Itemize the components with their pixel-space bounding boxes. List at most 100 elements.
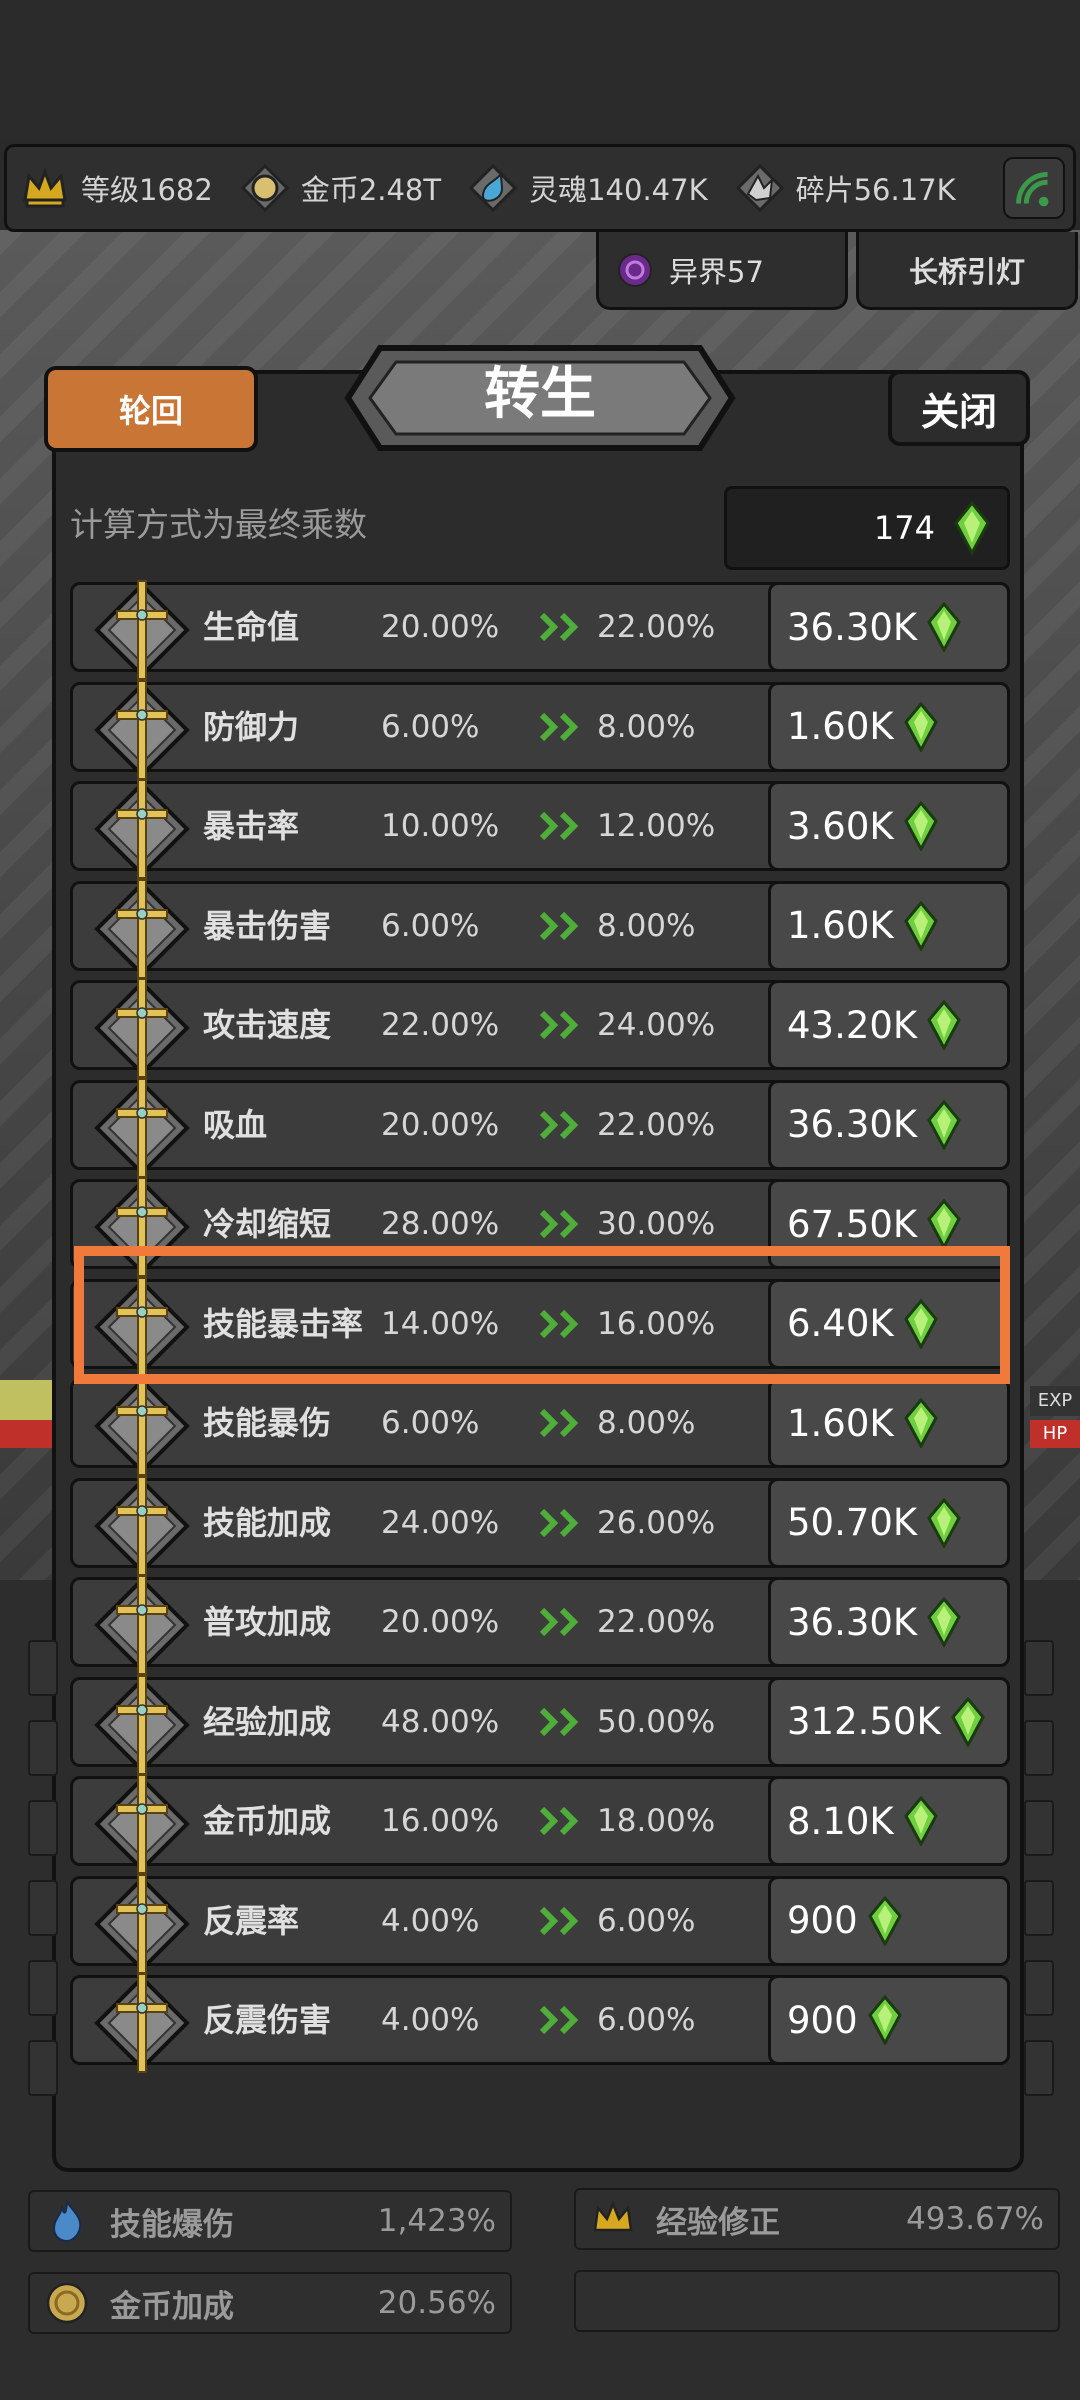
upgrade-row[interactable]: 攻击速度 22.00% 24.00% 43.20K	[70, 978, 1010, 1078]
upgrade-row[interactable]: 反震伤害 4.00% 6.00% 900	[70, 1973, 1010, 2073]
upgrade-cost-button[interactable]: 1.60K	[768, 1378, 1010, 1468]
upgrade-row[interactable]: 反震率 4.00% 6.00% 900	[70, 1873, 1010, 1974]
double-chevron-right-icon	[539, 1607, 579, 1637]
upgrade-cost: 36.30K	[787, 1600, 918, 1644]
upgrade-name: 吸血	[203, 1105, 268, 1144]
upgrade-current-value: 4.00%	[381, 1902, 480, 1939]
upgrade-next-value: 50.00%	[597, 1703, 716, 1740]
cross-emblem-icon	[94, 1177, 190, 1277]
gem-icon	[927, 1099, 961, 1150]
gem-icon	[903, 701, 938, 752]
double-chevron-right-icon	[539, 1110, 579, 1139]
gem-icon	[927, 1199, 961, 1249]
upgrade-cost-button[interactable]: 1.60K	[768, 880, 1010, 971]
lantern-button[interactable]: 长桥引灯	[856, 232, 1078, 310]
upgrade-row[interactable]: 暴击率 10.00% 12.00% 3.60K	[70, 779, 1010, 879]
upgrade-cost-button[interactable]: 36.30K	[768, 1079, 1010, 1170]
upgrade-cost: 900	[787, 1899, 858, 1942]
stat-label: 金币加成	[110, 2288, 234, 2325]
upgrade-current-value: 22.00%	[381, 1007, 500, 1043]
upgrade-row[interactable]: 金币加成 16.00% 18.00% 8.10K	[70, 1774, 1010, 1874]
upgrade-cost-button[interactable]: 900	[768, 1875, 1010, 1966]
upgrade-cost-button[interactable]: 67.50K	[768, 1179, 1010, 1269]
upgrade-cost-button[interactable]: 36.30K	[768, 1577, 1010, 1667]
upgrade-row[interactable]: 冷却缩短 28.00% 30.00% 67.50K	[70, 1177, 1010, 1277]
upgrade-name: 技能暴击率	[203, 1304, 364, 1343]
upgrade-list: 生命值 20.00% 22.00% 36.30K 防御力 6.00% 8.00%…	[70, 580, 1010, 2075]
upgrade-cost-button[interactable]: 3.60K	[768, 781, 1010, 871]
upgrade-cost-button[interactable]: 1.60K	[768, 681, 1010, 772]
upgrade-current-value: 20.00%	[381, 1106, 500, 1143]
upgrade-cost-button[interactable]: 312.50K	[768, 1676, 1010, 1767]
upgrade-current-value: 6.00%	[381, 907, 480, 944]
total-gems-box: 174	[724, 486, 1010, 570]
tab-lunhui[interactable]: 轮回	[44, 366, 258, 452]
upgrade-cost-button[interactable]: 8.10K	[768, 1776, 1010, 1866]
upgrade-cost: 3.60K	[787, 804, 894, 848]
upgrade-name: 金币加成	[203, 1802, 332, 1840]
signal-button[interactable]	[1003, 157, 1065, 219]
upgrade-next-value: 8.00%	[597, 708, 696, 745]
resource-label: 金币2.48T	[300, 173, 442, 207]
coin-icon	[46, 2282, 88, 2324]
upgrade-cost: 312.50K	[787, 1700, 941, 1743]
background-stat-strip	[28, 1960, 58, 2016]
upgrade-cost-button[interactable]: 900	[768, 1975, 1010, 2065]
upgrade-row[interactable]: 技能暴伤 6.00% 8.00% 1.60K	[70, 1376, 1010, 1476]
cross-emblem-icon	[94, 1674, 190, 1775]
upgrade-row[interactable]: 暴击伤害 6.00% 8.00% 1.60K	[70, 878, 1010, 979]
close-button[interactable]: 关闭	[888, 370, 1030, 446]
resource-soul: 灵魂140.47K	[467, 162, 708, 214]
upgrade-current-value: 10.00%	[381, 808, 500, 844]
upgrade-next-value: 18.00%	[597, 1803, 716, 1839]
upgrade-name: 暴击伤害	[203, 906, 332, 945]
upgrade-cost: 1.60K	[787, 1401, 894, 1445]
upgrade-row[interactable]: 防御力 6.00% 8.00% 1.60K	[70, 679, 1010, 780]
otherworld-button[interactable]: 异界57	[596, 232, 848, 310]
resource-label: 碎片56.17K	[795, 173, 956, 207]
upgrade-cost-button[interactable]: 43.20K	[768, 980, 1010, 1070]
cross-emblem-icon	[94, 679, 190, 780]
upgrade-current-value: 6.00%	[381, 708, 480, 745]
resource-bar: 等级1682 金币2.48T 灵魂140.47K 碎片56.17K	[4, 144, 1076, 232]
upgrade-name: 冷却缩短	[203, 1205, 332, 1243]
signal-icon	[1016, 172, 1049, 207]
upgrade-cost-button[interactable]: 36.30K	[768, 582, 1010, 672]
upgrade-name: 防御力	[203, 707, 300, 746]
coin-icon	[240, 163, 289, 213]
upgrade-next-value: 6.00%	[597, 2002, 696, 2038]
upgrade-cost: 1.60K	[787, 904, 894, 947]
cross-emblem-icon	[94, 1774, 190, 1874]
upgrade-row[interactable]: 技能加成 24.00% 26.00% 50.70K	[70, 1475, 1010, 1576]
vortex-icon	[618, 252, 652, 287]
upgrade-current-value: 48.00%	[381, 1703, 500, 1740]
gem-icon	[927, 1497, 961, 1548]
stat-label: 技能爆伤	[110, 2206, 234, 2243]
upgrade-cost-button[interactable]: 6.40K	[768, 1278, 1010, 1369]
upgrade-cost: 67.50K	[787, 1202, 918, 1246]
double-chevron-right-icon	[539, 1010, 579, 1040]
upgrade-name: 反震率	[203, 1901, 300, 1940]
stat-value: 20.56%	[377, 2285, 496, 2321]
resource-gold: 金币2.48T	[239, 162, 441, 214]
gem-icon	[954, 501, 990, 555]
upgrade-current-value: 20.00%	[381, 609, 500, 645]
hp-tag: HP	[1030, 1420, 1080, 1448]
upgrade-current-value: 24.00%	[381, 1504, 500, 1541]
cross-emblem-icon	[94, 1077, 190, 1178]
background-stat-strip	[1024, 1800, 1054, 1856]
upgrade-row[interactable]: 技能暴击率 14.00% 16.00% 6.40K	[70, 1276, 1010, 1377]
upgrade-row[interactable]: 普攻加成 20.00% 22.00% 36.30K	[70, 1575, 1010, 1675]
upgrade-next-value: 12.00%	[597, 808, 716, 844]
background-stat-strip	[1024, 1960, 1054, 2016]
upgrade-cost: 36.30K	[787, 1103, 918, 1146]
crown-icon	[593, 2200, 633, 2232]
upgrade-row[interactable]: 吸血 20.00% 22.00% 36.30K	[70, 1077, 1010, 1178]
double-chevron-right-icon	[539, 2005, 579, 2035]
upgrade-row[interactable]: 生命值 20.00% 22.00% 36.30K	[70, 580, 1010, 680]
upgrade-row[interactable]: 经验加成 48.00% 50.00% 312.50K	[70, 1674, 1010, 1775]
upgrade-current-value: 14.00%	[381, 1305, 500, 1342]
gem-icon	[903, 1796, 938, 1846]
upgrade-cost: 50.70K	[787, 1501, 918, 1544]
upgrade-cost-button[interactable]: 50.70K	[768, 1477, 1010, 1568]
